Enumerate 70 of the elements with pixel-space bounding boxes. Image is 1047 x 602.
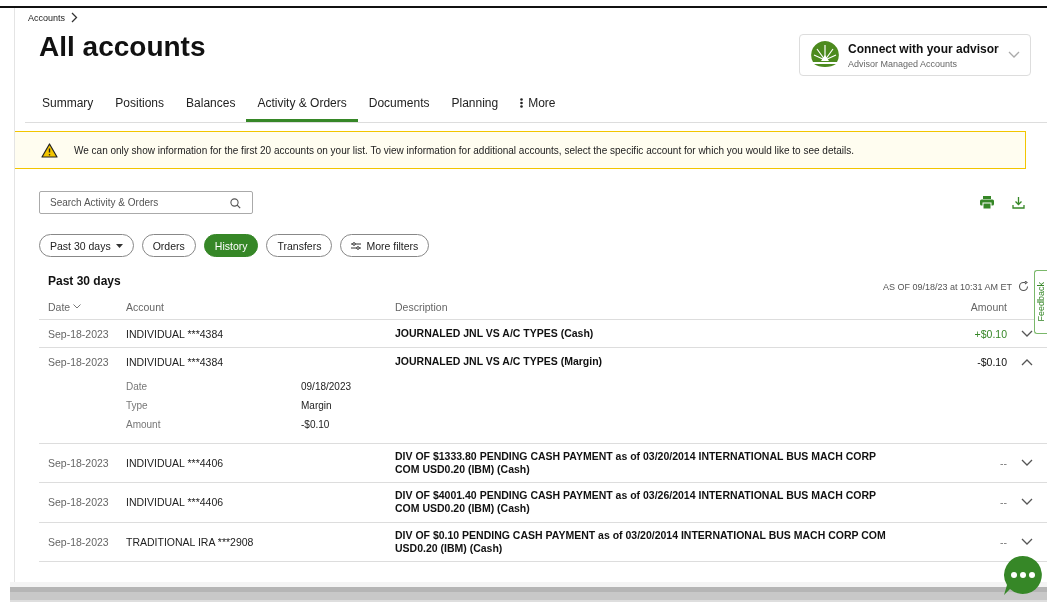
feedback-tab[interactable]: Feedback	[1034, 270, 1047, 334]
caret-down-icon	[115, 243, 123, 248]
amount-cell-text: --	[999, 535, 1007, 548]
advisor-card[interactable]: Connect with your advisor Advisor Managed Accounts	[799, 34, 1031, 76]
nav-tab[interactable]: Activity & Orders	[246, 90, 358, 122]
filter-chip[interactable]: History	[203, 234, 259, 257]
sliders-icon	[351, 241, 362, 250]
chevron-right-icon	[71, 12, 79, 23]
account-cell-text: INDIVIDUAL ***4406	[126, 496, 225, 509]
refresh-icon[interactable]	[1018, 281, 1029, 292]
warning-icon	[41, 142, 58, 158]
detail-value: -$0.10	[301, 419, 331, 430]
chat-bubble-icon[interactable]	[1002, 554, 1044, 596]
description-cell-text: JOURNALED JNL VS A/C TYPES (Margin)	[395, 355, 604, 369]
section-title: Past 30 days	[48, 274, 121, 288]
date-cell-text: Sep-18-2023	[48, 496, 110, 509]
warning-message: We can only show information for the first 20 accounts on your list. To view information for additional accounts, select the specific account for which you would like to see details.	[74, 144, 855, 156]
chevron-down-icon[interactable]	[1021, 537, 1033, 546]
detail-value: 09/18/2023	[301, 381, 353, 392]
date-cell-text: Sep-18-2023	[48, 457, 110, 470]
description-cell-text: JOURNALED JNL VS A/C TYPES (Cash)	[395, 326, 595, 341]
download-icon[interactable]	[1012, 196, 1025, 209]
column-header: Account	[126, 300, 165, 313]
column-header: Description	[395, 300, 449, 313]
description-cell-text: DIV OF $4001.40 PENDING CASH PAYMENT as of 03/26/2014 INTERNATIONAL BUS MACH CORP COM USD0.20 (IBM) (Cash)	[395, 489, 877, 516]
breadcrumb-link[interactable]: Accounts	[28, 12, 66, 23]
column-header[interactable]: Date	[48, 300, 126, 313]
column-header: Amount	[969, 300, 1007, 313]
description-cell-text: DIV OF $0.10 PENDING CASH PAYMENT as of 03/20/2014 INTERNATIONAL BUS MACH CORP COM USD0.20 (IBM) (Cash)	[395, 528, 887, 555]
detail-label: Type	[126, 400, 149, 411]
advisor-subtitle: Advisor Managed Accounts	[848, 58, 959, 69]
chevron-down-icon	[1008, 51, 1020, 59]
date-cell-text: Sep-18-2023	[48, 356, 110, 368]
advisor-title: Connect with your advisor	[848, 41, 1000, 56]
description-cell-text: DIV OF $1333.80 PENDING CASH PAYMENT as of 03/20/2014 INTERNATIONAL BUS MACH CORP COM USD0.20 (IBM) (Cash)	[395, 450, 877, 477]
amount-cell-text: +$0.10	[973, 327, 1007, 340]
nav-tab[interactable]: Balances	[175, 90, 247, 122]
chevron-up-icon[interactable]	[1021, 358, 1033, 366]
detail-label: Date	[126, 381, 149, 392]
detail-label: Amount	[126, 419, 162, 430]
sort-chevron-icon	[73, 304, 82, 309]
account-cell-text: INDIVIDUAL ***4384	[126, 356, 225, 368]
detail-value: Margin	[301, 400, 333, 411]
date-cell-text: Sep-18-2023	[48, 535, 110, 548]
chevron-down-icon[interactable]	[1021, 459, 1033, 468]
chevron-down-icon[interactable]	[1021, 329, 1033, 338]
nav-tab[interactable]: Planning	[440, 90, 510, 122]
nav-tab[interactable]: More	[509, 90, 567, 122]
date-range-dropdown[interactable]: Past 30 days	[39, 234, 134, 257]
print-icon[interactable]	[980, 196, 994, 209]
account-cell-text: TRADITIONAL IRA ***2908	[126, 535, 255, 548]
amount-cell-text: --	[999, 457, 1007, 470]
search-field[interactable]: Search Activity & Orders	[39, 191, 253, 214]
page-title: All accounts	[39, 31, 206, 63]
date-cell-text: Sep-18-2023	[48, 327, 110, 340]
amount-cell-text: --	[999, 496, 1007, 509]
search-icon	[230, 198, 241, 209]
as-of-timestamp: AS OF 09/18/23 at 10:31 AM ET	[882, 281, 1012, 292]
sunburst-logo-icon	[810, 40, 840, 70]
chevron-down-icon[interactable]	[1021, 498, 1033, 507]
nav-tab[interactable]: Positions	[104, 90, 176, 122]
kebab-icon	[520, 98, 524, 108]
filter-chip[interactable]: More filters	[340, 234, 430, 257]
filter-chip[interactable]: Orders	[141, 234, 196, 257]
account-cell-text: INDIVIDUAL ***4406	[126, 457, 225, 470]
nav-tab[interactable]: Summary	[31, 90, 105, 122]
nav-tab[interactable]: Documents	[357, 90, 441, 122]
account-cell-text: INDIVIDUAL ***4384	[126, 327, 225, 340]
amount-cell-text: -$0.10	[976, 356, 1007, 368]
filter-chip[interactable]: Transfers	[266, 234, 333, 257]
